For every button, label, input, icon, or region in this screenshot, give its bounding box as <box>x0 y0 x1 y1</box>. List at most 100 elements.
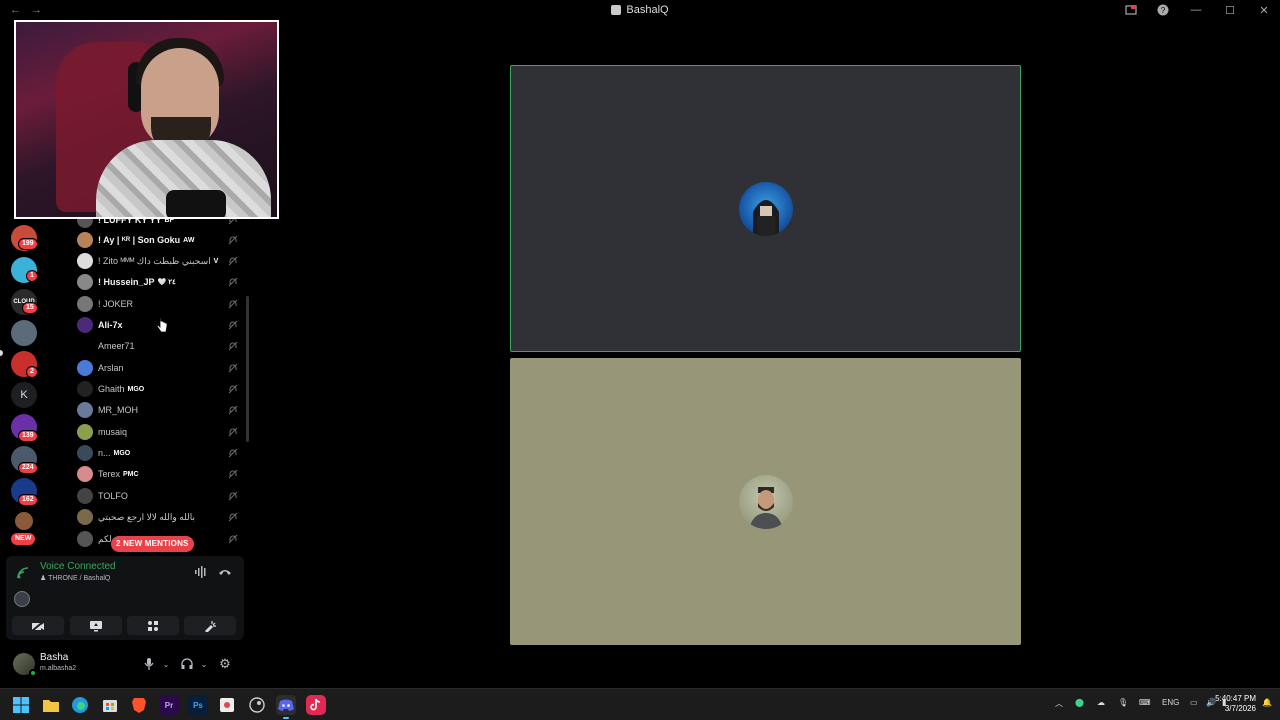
language-indicator[interactable]: ENG <box>1162 698 1179 707</box>
server-badge-8: 224 <box>18 462 38 474</box>
member-avatar[interactable] <box>77 253 93 269</box>
maximize-button[interactable]: ☐ <box>1222 4 1238 17</box>
signal-icon[interactable] <box>16 566 30 580</box>
member-avatar[interactable] <box>77 274 93 290</box>
steam-icon[interactable] <box>247 695 267 715</box>
disconnect-icon[interactable] <box>218 566 232 578</box>
activities-button[interactable] <box>127 616 179 635</box>
server-icon-10[interactable] <box>15 512 33 530</box>
help-icon[interactable]: ? <box>1156 3 1170 17</box>
taskbar-clock[interactable]: 5:40:47 PM 3/7/2026 <box>1215 694 1256 714</box>
tray-microphone-icon[interactable]: 🎙 <box>1118 698 1128 707</box>
member-server-tag[interactable]: AW <box>183 237 194 244</box>
soundboard-button[interactable] <box>184 616 236 635</box>
minimize-button[interactable]: — <box>1188 4 1204 16</box>
user-status[interactable]: m.albasha2 <box>40 665 76 672</box>
member-avatar[interactable] <box>77 317 93 333</box>
settings-gear-icon[interactable]: ⚙ <box>218 656 232 671</box>
microphone-button[interactable] <box>142 657 156 671</box>
member-server-tag[interactable]: 🤍 ٢٤ <box>158 278 176 286</box>
onedrive-icon[interactable]: ☁ <box>1097 698 1105 707</box>
headphones-options-chevron-down-icon[interactable]: ⌄ <box>197 657 211 671</box>
server-icon-4[interactable] <box>11 320 37 346</box>
voice-user-avatar[interactable] <box>14 591 30 607</box>
windows-taskbar: Pr Ps ︿ ⬤ ☁ 🎙 ⌨ ENG ▭ 🔊 ▮ 5:40:47 PM 3/7… <box>0 688 1280 720</box>
member-avatar[interactable] <box>77 509 93 525</box>
video-tile-speaking[interactable] <box>510 65 1021 352</box>
tray-expand-chevron-up-icon[interactable]: ︿ <box>1055 698 1063 709</box>
noise-suppression-icon[interactable] <box>194 566 208 578</box>
member-avatar[interactable] <box>77 424 93 440</box>
member-row[interactable]: ! Hussein_JP 🤍 ٢٤ <box>72 272 244 292</box>
member-server-tag[interactable]: PMC <box>123 471 139 478</box>
file-explorer-icon[interactable] <box>41 695 61 715</box>
headphones-button[interactable] <box>180 657 194 671</box>
photoshop-icon[interactable]: Ps <box>188 695 208 715</box>
member-row[interactable]: ! Ay | ᴷᴿ | Son Goku AW <box>72 230 244 250</box>
deafened-icon <box>228 448 238 458</box>
member-avatar[interactable] <box>77 338 93 354</box>
member-server-tag[interactable]: MGO <box>128 386 145 393</box>
member-avatar[interactable] <box>77 466 93 482</box>
new-mentions-button[interactable]: 2 NEW MENTIONS <box>111 536 194 552</box>
microphone-options-chevron-down-icon[interactable]: ⌄ <box>159 657 173 671</box>
member-name-text: musaiq <box>98 427 128 437</box>
title-bar-controls: ? — ☐ ✕ <box>1124 3 1272 17</box>
network-icon[interactable]: ▭ <box>1190 698 1198 707</box>
mouse-pointer-icon <box>156 317 168 333</box>
member-avatar[interactable] <box>77 402 93 418</box>
deafened-icon <box>228 384 238 394</box>
member-row[interactable]: musaiq <box>72 422 244 442</box>
member-avatar[interactable] <box>77 531 93 547</box>
member-avatar[interactable] <box>77 488 93 504</box>
participant-avatar-1[interactable] <box>738 181 793 236</box>
member-row[interactable]: n... MGO <box>72 443 244 463</box>
voice-channel[interactable]: ♟ THRONE / BashalQ <box>40 574 110 582</box>
member-row[interactable]: ! JOKER <box>72 294 244 314</box>
inbox-icon[interactable] <box>1124 3 1138 17</box>
member-row[interactable]: Ameer71 <box>72 336 244 356</box>
tray-app-icon-1[interactable]: ⬤ <box>1075 698 1084 707</box>
camera-off-button[interactable] <box>12 616 64 635</box>
member-name-text: ! Hussein_JP <box>98 277 155 287</box>
brave-browser-icon[interactable] <box>129 695 149 715</box>
member-row[interactable]: Terex PMC <box>72 464 244 484</box>
user-name[interactable]: Basha <box>40 652 68 663</box>
deafened-icon <box>228 277 238 287</box>
member-avatar[interactable] <box>77 232 93 248</box>
user-avatar[interactable] <box>13 653 37 677</box>
member-row[interactable]: TOLFO <box>72 486 244 506</box>
new-badge: NEW <box>10 532 37 546</box>
premiere-pro-icon[interactable]: Pr <box>159 695 179 715</box>
keyboard-icon[interactable]: ⌨ <box>1139 698 1151 707</box>
member-row[interactable]: Ghaith MGO <box>72 379 244 399</box>
member-row[interactable]: بالله والله لالا ارجع صحبتي <box>72 507 244 527</box>
member-row[interactable]: MR_MOH <box>72 400 244 420</box>
windows-start-icon[interactable] <box>11 695 31 715</box>
webcam-microphone <box>166 190 226 217</box>
close-button[interactable]: ✕ <box>1256 4 1272 17</box>
member-avatar[interactable] <box>77 360 93 376</box>
member-avatar[interactable] <box>77 296 93 312</box>
member-list-scrollbar[interactable] <box>246 296 249 442</box>
notifications-bell-icon[interactable]: 🔔 <box>1262 698 1272 707</box>
edge-browser-icon[interactable] <box>70 695 90 715</box>
member-row[interactable]: ! Zito ᴹᴹᴹ اسحبني ظبطت داك V <box>72 251 244 271</box>
member-server-tag[interactable]: V <box>214 258 219 265</box>
screen-share-button[interactable] <box>70 616 122 635</box>
tiktok-icon[interactable] <box>306 695 326 715</box>
server-icon-6[interactable]: K <box>11 382 37 408</box>
microsoft-store-icon[interactable] <box>100 695 120 715</box>
member-avatar[interactable] <box>77 381 93 397</box>
discord-taskbar-icon[interactable] <box>276 695 296 719</box>
member-row[interactable]: Arslan <box>72 358 244 378</box>
member-server-tag[interactable]: MGO <box>114 450 131 457</box>
member-name-text: ! JOKER <box>98 299 134 309</box>
participant-avatar-2[interactable] <box>738 474 793 529</box>
voice-status[interactable]: Voice Connected <box>40 561 116 572</box>
member-avatar[interactable] <box>77 445 93 461</box>
member-name-text: Ghaith <box>98 384 125 394</box>
deafened-icon <box>228 405 238 415</box>
snipping-tool-icon[interactable] <box>217 695 237 715</box>
video-tile[interactable] <box>510 358 1021 645</box>
